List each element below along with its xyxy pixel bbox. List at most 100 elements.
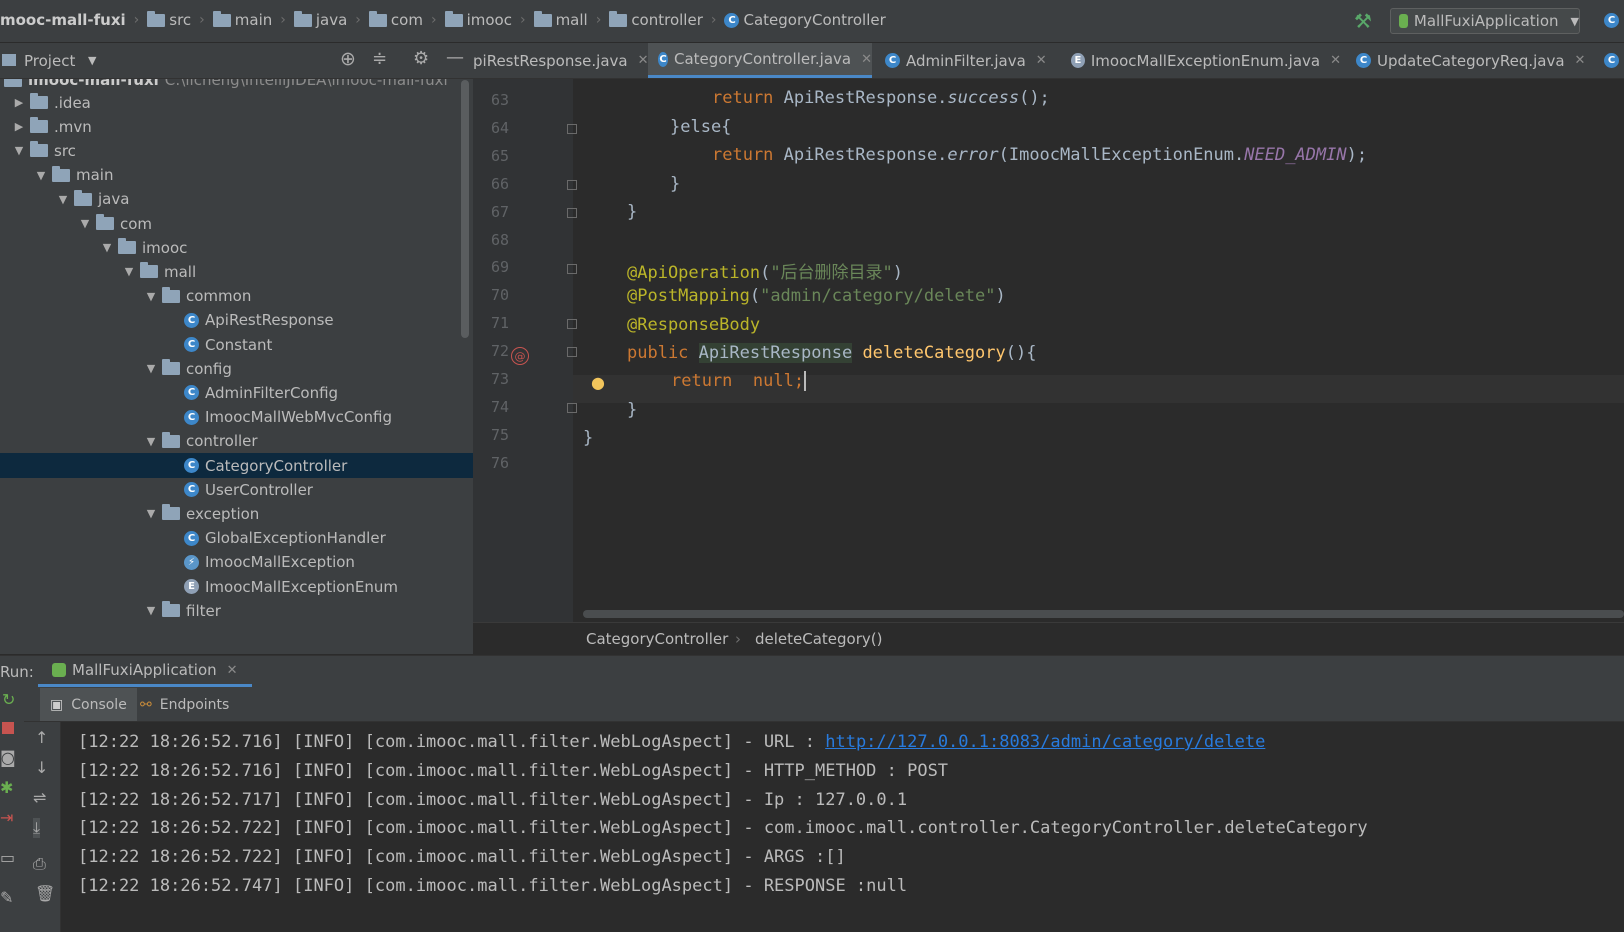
tab-update-category-req[interactable]: C UpdateCategoryReq.java ✕ <box>1356 43 1596 78</box>
breadcrumb-method[interactable]: deleteCategory() <box>755 630 882 648</box>
breadcrumb-project[interactable]: mooc-mall-fuxi <box>0 11 126 29</box>
fold-marker-icon[interactable] <box>567 347 577 358</box>
tab-admin-filter[interactable]: C AdminFilter.java ✕ <box>885 43 1055 78</box>
up-arrow-icon[interactable]: ↑ <box>35 728 48 747</box>
trash-icon[interactable]: 🗑 <box>35 884 55 903</box>
log-url-link[interactable]: http://127.0.0.1:8083/admin/category/del… <box>825 732 1265 752</box>
soft-wrap-icon[interactable]: ⇌ <box>33 788 46 807</box>
stop-icon[interactable]: ■ <box>2 722 14 734</box>
fold-marker-icon[interactable] <box>567 124 577 134</box>
code-line-65[interactable]: return ApiRestResponse.error(ImoocMallEx… <box>712 145 1367 165</box>
tree-scrollbar[interactable] <box>461 80 469 338</box>
tree-item[interactable]: ▼ common <box>0 284 473 309</box>
tree-item[interactable]: ▼ main <box>0 163 473 188</box>
collapse-arrow-icon[interactable]: ▶ <box>14 120 24 133</box>
tree-item[interactable]: ▼ mall <box>0 259 473 284</box>
run-configuration-select[interactable]: MallFuxiApplication ▼ <box>1390 8 1580 34</box>
tree-item[interactable]: C CategoryController <box>0 453 473 478</box>
code-line-66[interactable]: } <box>670 174 680 194</box>
code-line-70[interactable]: @PostMapping("admin/category/delete") <box>627 286 1006 306</box>
lightbulb-icon[interactable]: ● <box>591 373 605 392</box>
expand-arrow-icon[interactable]: ▼ <box>36 169 46 182</box>
fold-marker-icon[interactable] <box>567 403 577 413</box>
tab-api-rest-response[interactable]: piRestResponse.java ✕ <box>473 43 649 78</box>
expand-arrow-icon[interactable]: ▼ <box>80 217 90 230</box>
rerun-icon[interactable]: ↻ <box>2 690 15 709</box>
expand-arrow-icon[interactable]: ▼ <box>124 265 134 278</box>
tree-item[interactable]: ▼ src <box>0 138 473 163</box>
down-arrow-icon[interactable]: ↓ <box>35 758 48 777</box>
tree-item[interactable]: C GlobalExceptionHandler <box>0 526 473 551</box>
expand-arrow-icon[interactable]: ▼ <box>146 290 156 303</box>
code-line-73[interactable]: return null; <box>671 371 807 391</box>
scroll-to-end-icon[interactable]: ⤓ <box>33 818 41 838</box>
tree-item[interactable]: ▶ .idea <box>0 90 473 115</box>
breadcrumb-item[interactable]: mall <box>556 11 588 29</box>
code-line-71[interactable]: @ResponseBody <box>627 315 760 335</box>
fold-marker-icon[interactable] <box>567 207 577 218</box>
breadcrumb-item[interactable]: main <box>235 11 272 29</box>
locate-icon[interactable]: ⊕ <box>340 48 356 70</box>
collapse-arrow-icon[interactable]: ▶ <box>14 96 24 109</box>
collapse-all-icon[interactable]: ≑ <box>372 48 387 69</box>
tab-exception-enum[interactable]: E ImoocMallExceptionEnum.java ✕ <box>1071 43 1341 78</box>
breadcrumb-item[interactable]: java <box>316 11 347 29</box>
expand-arrow-icon[interactable]: ▼ <box>14 144 24 157</box>
close-icon[interactable]: ✕ <box>1330 53 1341 68</box>
breadcrumb-item[interactable]: com <box>391 11 423 29</box>
breadcrumb-class[interactable]: CategoryController <box>586 630 728 648</box>
tab-endpoints[interactable]: ⚯ Endpoints <box>140 688 229 721</box>
run-tab-app[interactable]: MallFuxiApplication ✕ <box>38 656 252 687</box>
tree-item[interactable]: ▼ config <box>0 356 473 381</box>
breadcrumb-item[interactable]: imooc <box>467 11 512 29</box>
tree-root[interactable]: imooc-mall-fuxi C:\licheng\IntelliJIDEA\… <box>4 79 448 89</box>
expand-arrow-icon[interactable]: ▼ <box>58 193 68 206</box>
code-line-67[interactable]: } <box>627 202 637 222</box>
expand-arrow-icon[interactable]: ▼ <box>146 604 156 617</box>
close-icon[interactable]: ✕ <box>1575 53 1586 68</box>
close-icon[interactable]: ✕ <box>227 663 238 678</box>
project-panel-title[interactable]: Project <box>24 52 75 70</box>
close-icon[interactable]: ✕ <box>861 52 872 67</box>
tree-item[interactable]: E ImoocMallExceptionEnum <box>0 574 473 599</box>
breadcrumb-item[interactable]: CategoryController <box>743 11 885 29</box>
expand-arrow-icon[interactable]: ▼ <box>146 435 156 448</box>
tree-item[interactable]: ▼ java <box>0 187 473 212</box>
gear-icon[interactable]: ⚙ <box>413 48 429 69</box>
fold-marker-icon[interactable] <box>567 179 577 190</box>
tree-item[interactable]: C AdminFilterConfig <box>0 380 473 405</box>
tree-item[interactable]: ▼ controller <box>0 429 473 454</box>
code-line-74[interactable]: } <box>627 400 637 420</box>
tree-item[interactable]: ▼ filter <box>0 598 473 623</box>
pin-icon[interactable]: ✎ <box>0 888 13 907</box>
tree-item[interactable]: C ApiRestResponse <box>0 308 473 333</box>
expand-arrow-icon[interactable]: ▼ <box>146 507 156 520</box>
tree-item[interactable]: ▼ exception <box>0 501 473 526</box>
override-marker-icon[interactable]: @ <box>511 347 529 365</box>
fold-marker-icon[interactable] <box>567 263 577 274</box>
fold-marker-icon[interactable] <box>567 319 577 330</box>
expand-arrow-icon[interactable]: ▼ <box>146 362 156 375</box>
code-line-64[interactable]: }else{ <box>670 117 731 137</box>
tree-item[interactable]: ▶ .mvn <box>0 114 473 139</box>
expand-arrow-icon[interactable]: ▼ <box>102 241 112 254</box>
camera-icon[interactable]: ◙ <box>0 748 16 767</box>
tree-item[interactable]: C UserController <box>0 477 473 502</box>
code-line-72[interactable]: public ApiRestResponse deleteCategory(){ <box>627 343 1036 363</box>
breadcrumb-item[interactable]: controller <box>631 11 703 29</box>
restart-icon[interactable]: ✱ <box>0 778 13 797</box>
exit-icon[interactable]: ⇥ <box>0 808 13 827</box>
close-icon[interactable]: ✕ <box>1036 53 1047 68</box>
print-icon[interactable]: ⎙ <box>33 854 46 874</box>
tree-item[interactable]: C Constant <box>0 332 473 357</box>
tree-item[interactable]: C ImoocMallWebMvcConfig <box>0 405 473 430</box>
editor-horizontal-scrollbar[interactable] <box>583 610 1624 618</box>
tree-item[interactable]: ⚡ ImoocMallException <box>0 550 473 575</box>
code-line-75[interactable]: } <box>583 428 593 448</box>
tab-category-controller[interactable]: C CategoryController.java ✕ <box>648 43 872 78</box>
layout-icon[interactable]: ▭ <box>0 848 15 867</box>
hammer-build-icon[interactable]: ⚒ <box>1354 9 1372 33</box>
tree-item[interactable]: ▼ imooc <box>0 235 473 260</box>
breadcrumb-item[interactable]: src <box>169 11 191 29</box>
hide-icon[interactable]: — <box>446 47 464 68</box>
